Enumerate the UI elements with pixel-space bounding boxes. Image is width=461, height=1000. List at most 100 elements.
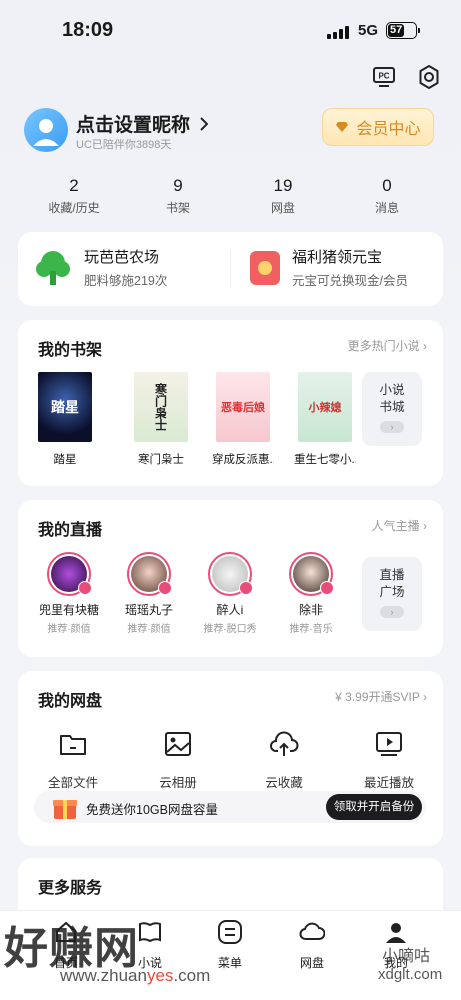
streamer-item[interactable]: 瑶瑶丸子 推荐·颜值: [114, 552, 184, 635]
wm-url-highlight: yes: [146, 966, 174, 985]
stat-label: 消息: [374, 201, 399, 215]
book-item[interactable]: 小辣媳 重生七零小...: [294, 372, 356, 467]
disk-recent-play[interactable]: 最近播放: [349, 729, 429, 791]
novel-store-button[interactable]: 小说 书城 ›: [362, 372, 422, 446]
stat-value: 19: [273, 176, 293, 195]
stat-bookshelf[interactable]: 9 书架: [138, 176, 218, 216]
disk-item-label: 云收藏: [265, 776, 303, 790]
gift-icon: [53, 800, 77, 819]
streamer-avatar: [289, 552, 334, 596]
stat-label: 网盘: [270, 201, 295, 215]
farm-subtitle: 肥料够施219次: [84, 274, 168, 288]
avatar[interactable]: [24, 108, 68, 152]
cover-title: 寒门枭士: [153, 383, 168, 431]
book-item[interactable]: 恶毒后娘 穿成反派惠...: [212, 372, 274, 467]
pig-title: 福利猪领元宝: [292, 249, 383, 266]
wm-url-part: .com: [173, 966, 211, 985]
cover-title: 踏星: [51, 399, 79, 415]
live-badge-icon: [158, 581, 172, 595]
storage-banner: 免费送你10GB网盘容量 领取并开启备份: [34, 791, 426, 823]
settings-gear-icon[interactable]: [416, 64, 442, 90]
farm-title: 玩芭芭农场: [84, 249, 160, 266]
stat-label: 收藏/历史: [48, 201, 100, 215]
diamond-icon: [336, 122, 349, 132]
book-cover: 恶毒后娘: [216, 372, 270, 442]
svg-text:PC: PC: [378, 72, 389, 81]
claim-backup-button[interactable]: 领取并开启备份: [326, 794, 422, 820]
live-more-link[interactable]: 人气主播 ›: [372, 517, 427, 534]
more-text: 人气主播: [371, 519, 420, 533]
book-item[interactable]: 踏星 踏星: [34, 372, 96, 467]
stat-history[interactable]: 2 收藏/历史: [34, 176, 114, 216]
tab-menu[interactable]: 菜单: [190, 919, 270, 971]
status-time: 18:09: [62, 19, 114, 41]
svip-link[interactable]: ¥ 3.99开通SVIP ›: [335, 688, 427, 705]
disk-item-label: 最近播放: [363, 776, 414, 790]
chevron-right-icon: ›: [423, 690, 427, 704]
book-name: 寒门枭士: [138, 454, 184, 466]
disk-card: 我的网盘 ¥ 3.99开通SVIP › 全部文件 云相册 云收藏 最近播放 免费…: [18, 671, 443, 846]
network-type: 5G: [358, 22, 379, 39]
book-cover: 寒门枭士: [134, 372, 188, 442]
bookshelf-more-link[interactable]: 更多热门小说 ›: [348, 337, 427, 354]
disk-cloud-album[interactable]: 云相册: [138, 729, 218, 791]
tab-disk[interactable]: 网盘: [272, 919, 352, 971]
live-badge-icon: [239, 581, 253, 595]
book-name: 踏星: [53, 454, 77, 466]
streamer-item[interactable]: 醉人i 推荐·脱口秀: [195, 552, 265, 635]
promo-card: 玩芭芭农场肥料够施219次 福利猪领元宝元宝可兑换现金/会员: [18, 232, 443, 306]
streamer-tag: 推荐·颜值: [127, 624, 171, 635]
disk-cloud-favorite[interactable]: 云收藏: [244, 729, 324, 791]
stat-value: 2: [69, 176, 79, 195]
live-badge-icon: [78, 581, 92, 595]
battery-icon: 57: [386, 22, 420, 39]
since-text: UC已陪伴你3898天: [76, 139, 172, 151]
book-name: 重生七零小...: [294, 454, 356, 466]
more-services-title: 更多服务: [38, 880, 103, 897]
disk-all-files[interactable]: 全部文件: [33, 729, 113, 791]
book-item[interactable]: 寒门枭士 寒门枭士: [130, 372, 192, 467]
battery-level: 57: [388, 24, 405, 37]
side-line1: 小说: [379, 383, 405, 397]
live-title: 我的直播: [38, 522, 103, 539]
play-screen-icon: [376, 732, 402, 756]
stat-disk[interactable]: 19 网盘: [243, 176, 323, 216]
red-envelope-icon: [250, 250, 280, 285]
bookshelf-card: 我的书架 更多热门小说 › 踏星 踏星 寒门枭士 寒门枭士 恶毒后娘 穿成反派惠…: [18, 320, 443, 486]
watermark-right-text: 小嘀咕: [382, 948, 431, 965]
folder-icon: [60, 735, 86, 755]
streamer-name: 醉人i: [216, 603, 244, 617]
vip-label: 会员中心: [356, 121, 421, 138]
streamer-item[interactable]: 兜里有块糖 推荐·颜值: [34, 552, 104, 635]
book-name: 穿成反派惠...: [212, 454, 274, 466]
nickname-link[interactable]: 点击设置昵称: [76, 110, 209, 137]
tree-icon: [36, 250, 70, 285]
arrow-icon: ›: [380, 606, 404, 618]
pig-subtitle: 元宝可兑换现金/会员: [292, 274, 408, 288]
streamer-tag: 推荐·颜值: [47, 624, 91, 635]
nickname-text: 点击设置昵称: [76, 115, 191, 136]
farm-promo[interactable]: 玩芭芭农场肥料够施219次: [32, 246, 167, 289]
side-line2: 书城: [379, 400, 405, 414]
book-cover: 踏星: [38, 372, 92, 442]
streamer-item[interactable]: 除非 推荐·音乐: [276, 552, 346, 635]
chevron-right-icon: ›: [423, 519, 427, 533]
stat-value: 9: [173, 176, 183, 195]
cloud-icon: [299, 922, 326, 940]
photo-icon: [165, 732, 191, 756]
pig-promo[interactable]: 福利猪领元宝元宝可兑换现金/会员: [248, 246, 408, 289]
stat-label: 书架: [165, 201, 190, 215]
live-badge-icon: [320, 581, 334, 595]
cloud-upload-icon: [270, 731, 299, 756]
watermark-left-url: www.zhuanyes.com: [60, 966, 210, 986]
stat-messages[interactable]: 0 消息: [347, 176, 427, 216]
arrow-icon: ›: [380, 421, 404, 433]
streamer-tag: 推荐·音乐: [289, 624, 333, 635]
streamer-name: 瑶瑶丸子: [124, 603, 173, 617]
pc-icon[interactable]: PC: [372, 66, 396, 88]
watermark-right-url: xdglt.com: [378, 966, 443, 983]
live-square-button[interactable]: 直播 广场 ›: [362, 557, 422, 631]
streamer-avatar: [208, 552, 253, 596]
book-icon: [139, 922, 161, 943]
vip-center-button[interactable]: 会员中心: [322, 108, 434, 146]
